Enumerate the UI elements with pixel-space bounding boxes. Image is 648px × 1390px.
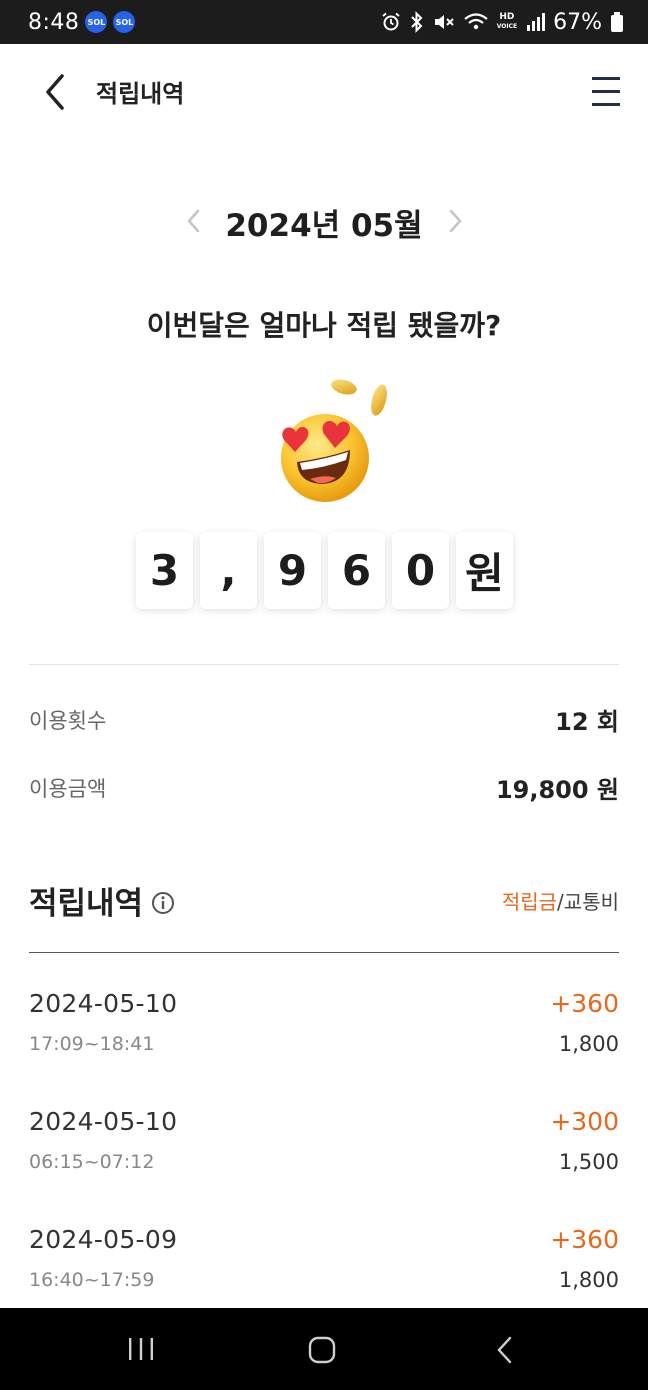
entry-points: +360 xyxy=(550,989,619,1018)
entry-date: 2024-05-10 xyxy=(29,1107,178,1136)
entry-points: +300 xyxy=(550,1107,619,1136)
hamburger-menu-icon[interactable] xyxy=(590,74,622,110)
back-button[interactable] xyxy=(36,72,76,112)
entry-date: 2024-05-09 xyxy=(29,1225,178,1254)
super-sol-app-icon: SOL xyxy=(113,11,136,33)
history-entry[interactable]: 2024-05-09 +360 16:40~17:59 1,800 xyxy=(29,1225,619,1292)
history-title-wrap: 적립내역 xyxy=(29,878,175,923)
signal-icon xyxy=(527,13,546,31)
mute-icon xyxy=(434,15,454,29)
amount-digit: 0 xyxy=(392,532,449,609)
usage-count-label: 이용횟수 xyxy=(29,708,107,733)
amount-digit: 9 xyxy=(264,532,321,609)
amount-digit: , xyxy=(200,532,257,609)
hd-voice-icon: HD VOICE xyxy=(496,12,518,31)
recent-apps-icon[interactable] xyxy=(126,1336,156,1362)
saved-amount: 3 , 9 6 0 원 xyxy=(136,532,513,609)
page-title: 적립내역 xyxy=(96,80,185,108)
history-divider xyxy=(29,952,619,953)
entry-time: 06:15~07:12 xyxy=(29,1151,155,1173)
back-icon[interactable] xyxy=(494,1335,516,1365)
home-icon[interactable] xyxy=(307,1335,337,1365)
entry-time: 17:09~18:41 xyxy=(29,1033,155,1055)
amount-currency: 원 xyxy=(456,532,513,609)
entry-time: 16:40~17:59 xyxy=(29,1269,155,1291)
app-header: 적립내역 xyxy=(0,44,648,140)
status-bar: 8:48 SOL SOL HD VOICE 67% xyxy=(0,0,648,44)
status-indicators: HD VOICE 67% xyxy=(381,10,624,35)
hd-voice-label: HD xyxy=(499,12,515,22)
usage-count-row: 이용횟수 12 회 xyxy=(29,702,619,737)
summary-question: 이번달은 얼마나 적립 됐을까? xyxy=(146,309,502,342)
toggle-fare[interactable]: 교통비 xyxy=(564,890,619,914)
next-month-button[interactable] xyxy=(444,206,466,236)
history-entry[interactable]: 2024-05-10 +360 17:09~18:41 1,800 xyxy=(29,989,619,1056)
entry-fare: 1,800 xyxy=(558,1268,619,1292)
month-label: 2024년 05월 xyxy=(225,207,423,244)
battery-percent: 67% xyxy=(553,9,602,35)
history-entry[interactable]: 2024-05-10 +300 06:15~07:12 1,500 xyxy=(29,1107,619,1174)
divider xyxy=(29,664,619,665)
month-navigator: 2024년 05월 xyxy=(0,196,648,248)
amount-digit: 6 xyxy=(328,532,385,609)
bluetooth-icon xyxy=(411,11,423,33)
heart-eyes-emoji-with-coins xyxy=(281,379,387,502)
history-header: 적립내역 적립금/교통비 xyxy=(29,878,619,923)
entry-points: +360 xyxy=(550,1225,619,1254)
toggle-points[interactable]: 적립금 xyxy=(502,890,557,914)
usage-amount-label: 이용금액 xyxy=(29,776,107,801)
view-toggle: 적립금/교통비 xyxy=(502,886,619,915)
prev-month-button[interactable] xyxy=(183,206,205,236)
entry-fare: 1,800 xyxy=(558,1032,619,1056)
status-time: 8:48 xyxy=(28,9,80,35)
toggle-separator: / xyxy=(557,890,564,914)
battery-icon xyxy=(611,12,623,32)
usage-amount-value: 19,800 원 xyxy=(495,776,619,804)
history-title: 적립내역 xyxy=(29,886,144,922)
usage-amount-row: 이용금액 19,800 원 xyxy=(29,770,619,805)
alarm-icon xyxy=(382,12,400,31)
system-nav-bar xyxy=(0,1308,648,1390)
sol-app-icon: SOL xyxy=(85,11,108,33)
info-icon[interactable] xyxy=(151,891,175,915)
wifi-icon xyxy=(464,13,488,30)
entry-date: 2024-05-10 xyxy=(29,989,178,1018)
amount-digit: 3 xyxy=(136,532,193,609)
usage-count-value: 12 회 xyxy=(555,708,619,736)
entry-fare: 1,500 xyxy=(558,1150,619,1174)
